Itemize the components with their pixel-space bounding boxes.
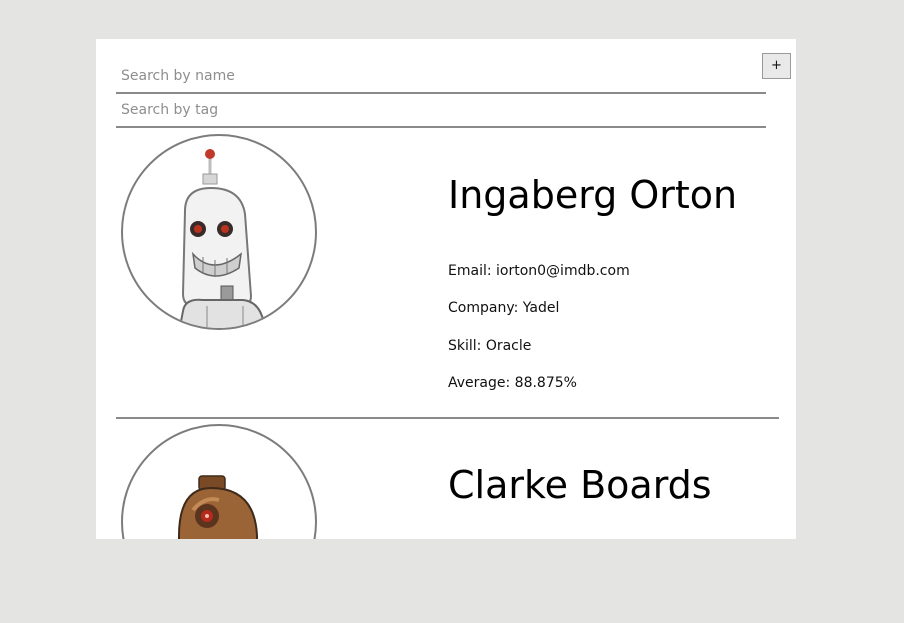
student-avatar [121, 424, 317, 539]
student-entry: Clarke Boards [116, 423, 779, 539]
student-average: Average: 88.875% [448, 375, 577, 391]
student-avatar [121, 134, 317, 330]
expand-button[interactable]: + [762, 53, 791, 79]
student-card-container: + [96, 39, 796, 539]
brown-robot-avatar-icon [178, 475, 258, 539]
search-by-name-input[interactable] [116, 60, 766, 94]
student-skill: Skill: Oracle [448, 338, 532, 354]
white-robot-avatar-icon [178, 149, 266, 328]
student-entry: Ingaberg Orton Email: iorton0@imdb.com C… [116, 133, 779, 419]
student-email: Email: iorton0@imdb.com [448, 263, 630, 279]
student-name: Ingaberg Orton [448, 173, 738, 217]
student-company: Company: Yadel [448, 300, 560, 316]
student-name: Clarke Boards [448, 463, 712, 507]
search-by-tag-input[interactable] [116, 94, 766, 128]
